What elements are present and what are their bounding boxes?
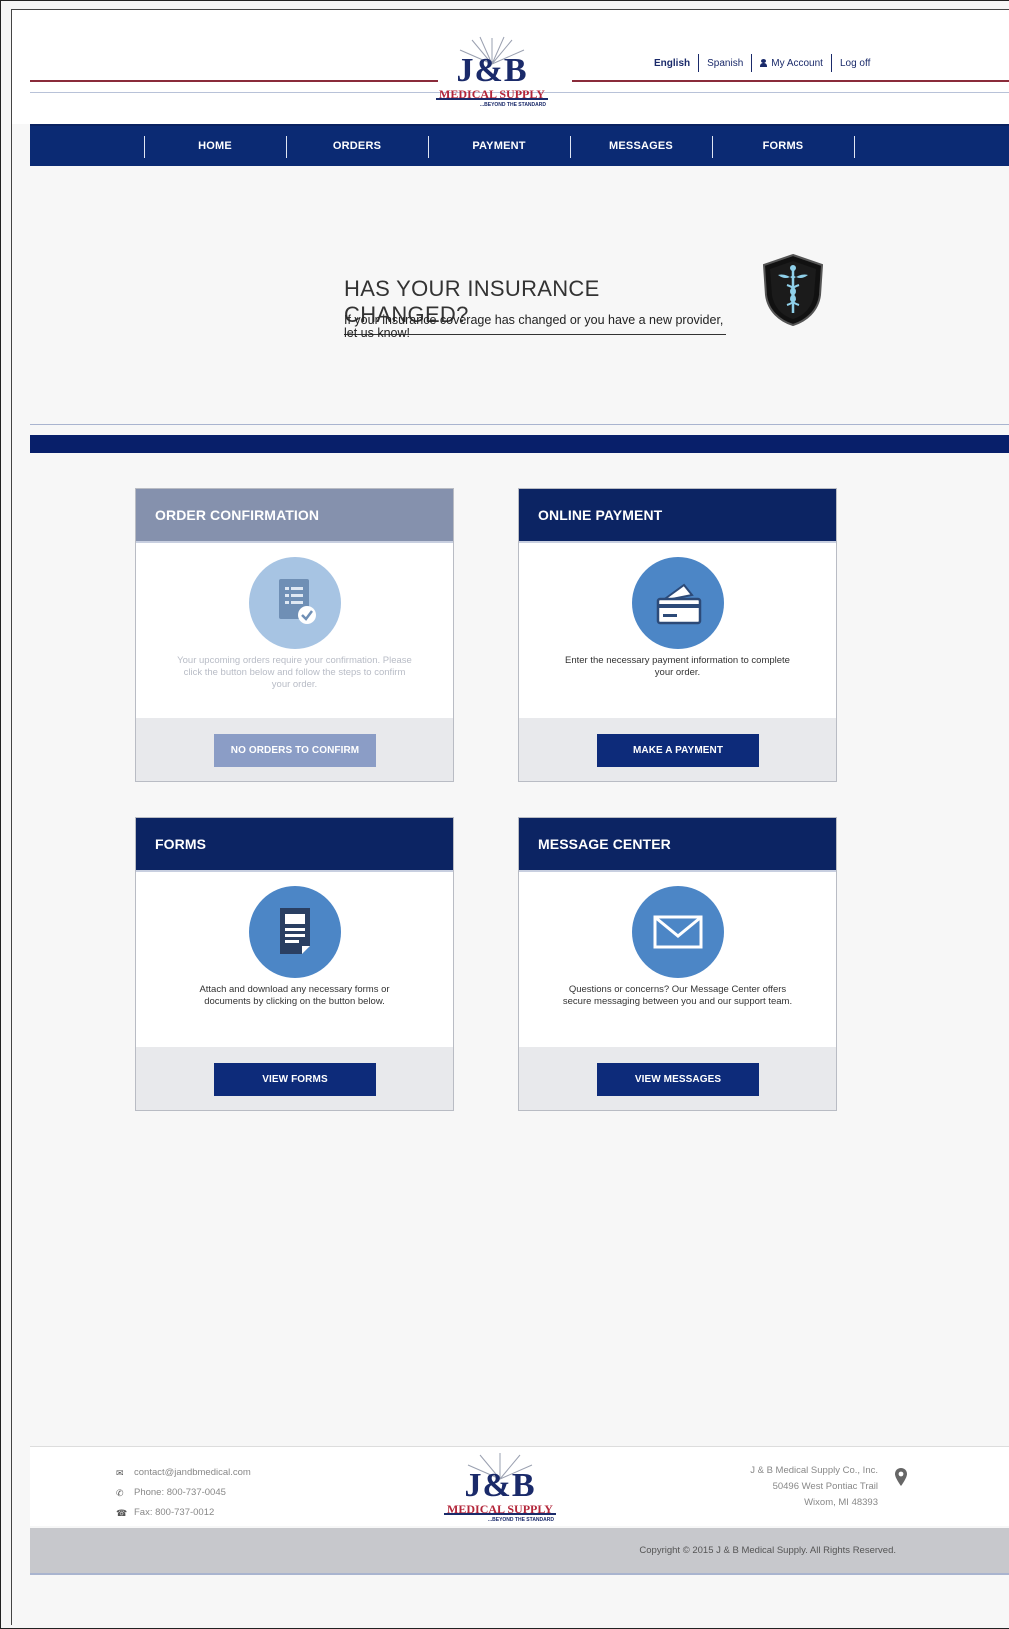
card-head-rule xyxy=(136,541,453,543)
top-links: English Spanish My Account Log off xyxy=(646,53,878,73)
footer-logo[interactable]: J&B MEDICAL SUPPLY ...BEYOND THE STANDAR… xyxy=(438,1451,562,1525)
footer-phone: Phone: 800-737-0045 xyxy=(134,1487,226,1498)
user-icon xyxy=(760,58,768,67)
make-payment-button[interactable]: MAKE A PAYMENT xyxy=(597,734,759,767)
card-title: FORMS xyxy=(136,818,453,870)
view-forms-button[interactable]: VIEW FORMS xyxy=(214,1063,376,1096)
footer-street: 50496 West Pontiac Trail xyxy=(772,1481,878,1492)
footer-company: J & B Medical Supply Co., Inc. xyxy=(750,1465,878,1476)
nav-payment[interactable]: PAYMENT xyxy=(428,126,570,166)
footer-address: J & B Medical Supply Co., Inc. 50496 Wes… xyxy=(750,1463,878,1511)
copyright-bar: Copyright © 2015 J & B Medical Supply. A… xyxy=(30,1528,1009,1573)
header: J&B MEDICAL SUPPLY ...BEYOND THE STANDAR… xyxy=(12,10,1009,124)
footer: ✉ contact@jandbmedical.com ✆ Phone: 800-… xyxy=(30,1446,1009,1526)
logoff-link[interactable]: Log off xyxy=(832,58,878,69)
card-description: Questions or concerns? Our Message Cente… xyxy=(562,984,793,1007)
bottom-rule xyxy=(30,1573,1009,1575)
insurance-banner-text: If your insurance coverage has changed o… xyxy=(344,313,724,340)
logo-subtitle: MEDICAL SUPPLY xyxy=(436,88,548,100)
footer-city: Wixom, MI 48393 xyxy=(804,1497,878,1508)
logo-tagline: ...BEYOND THE STANDARD xyxy=(479,102,546,108)
copyright-text: Copyright © 2015 J & B Medical Supply. A… xyxy=(639,1545,896,1556)
logo-tagline: ...BEYOND THE STANDARD xyxy=(487,1517,554,1523)
card-title: MESSAGE CENTER xyxy=(519,818,836,870)
lang-english-link[interactable]: English xyxy=(646,58,698,69)
header-rule-right xyxy=(572,80,1009,82)
view-messages-button[interactable]: VIEW MESSAGES xyxy=(597,1063,759,1096)
logo-wordmark: J&B xyxy=(456,52,528,89)
footer-fax: Fax: 800-737-0012 xyxy=(134,1507,215,1518)
form-document-icon xyxy=(249,886,341,978)
card-footer: VIEW MESSAGES xyxy=(519,1047,836,1110)
map-pin-icon[interactable] xyxy=(894,1467,908,1487)
phone-icon: ✆ xyxy=(116,1488,124,1498)
document-check-icon xyxy=(249,557,341,649)
order-confirmation-card: ORDER CONFIRMATION Your upcoming orders … xyxy=(135,488,454,782)
banner-band xyxy=(30,435,1009,453)
envelope-icon xyxy=(632,886,724,978)
card-description: Enter the necessary payment information … xyxy=(565,655,790,678)
message-center-card: MESSAGE CENTER Questions or concerns? Ou… xyxy=(518,817,837,1111)
caduceus-shield-icon[interactable] xyxy=(760,253,826,327)
banner-rule xyxy=(30,424,1009,425)
card-footer: MAKE A PAYMENT xyxy=(519,718,836,781)
forms-card: FORMS Attach and download any necessary … xyxy=(135,817,454,1111)
nav-forms[interactable]: FORMS xyxy=(712,126,854,166)
nav-home[interactable]: HOME xyxy=(144,126,286,166)
card-head-rule xyxy=(519,870,836,872)
fax-icon: ☎ xyxy=(116,1508,128,1518)
nav-divider xyxy=(854,136,855,158)
nav-messages[interactable]: MESSAGES xyxy=(570,126,712,166)
browser-frame: J&B MEDICAL SUPPLY ...BEYOND THE STANDAR… xyxy=(0,0,1009,1629)
footer-phone-row: ✆ Phone: 800-737-0045 xyxy=(116,1483,251,1503)
no-orders-button[interactable]: NO ORDERS TO CONFIRM xyxy=(214,734,376,767)
card-description: Attach and download any necessary forms … xyxy=(199,984,390,1007)
my-account-label: My Account xyxy=(771,57,823,69)
online-payment-card: ONLINE PAYMENT Enter the necessary payme… xyxy=(518,488,837,782)
page: J&B MEDICAL SUPPLY ...BEYOND THE STANDAR… xyxy=(11,9,1009,1625)
footer-email[interactable]: contact@jandbmedical.com xyxy=(134,1463,251,1483)
my-account-link[interactable]: My Account xyxy=(752,58,831,69)
card-footer: NO ORDERS TO CONFIRM xyxy=(136,718,453,781)
mail-icon: ✉ xyxy=(116,1468,124,1478)
header-rule-left xyxy=(30,80,438,82)
card-head-rule xyxy=(519,541,836,543)
card-title: ORDER CONFIRMATION xyxy=(136,489,453,541)
nav-orders[interactable]: ORDERS xyxy=(286,126,428,166)
card-description: Your upcoming orders require your confir… xyxy=(177,655,412,690)
card-title: ONLINE PAYMENT xyxy=(519,489,836,541)
lang-spanish-link[interactable]: Spanish xyxy=(699,58,751,69)
footer-email-row: ✉ contact@jandbmedical.com xyxy=(116,1463,251,1483)
footer-fax-row: ☎ Fax: 800-737-0012 xyxy=(116,1503,251,1523)
credit-card-icon xyxy=(632,557,724,649)
card-footer: VIEW FORMS xyxy=(136,1047,453,1110)
header-logo[interactable]: J&B MEDICAL SUPPLY ...BEYOND THE STANDAR… xyxy=(430,36,554,110)
logo-wordmark: J&B xyxy=(464,1467,536,1504)
main-nav: HOME ORDERS PAYMENT MESSAGES FORMS xyxy=(30,124,1009,166)
footer-contact: ✉ contact@jandbmedical.com ✆ Phone: 800-… xyxy=(116,1463,251,1523)
card-head-rule xyxy=(136,870,453,872)
logo-subtitle: MEDICAL SUPPLY xyxy=(444,1503,556,1515)
